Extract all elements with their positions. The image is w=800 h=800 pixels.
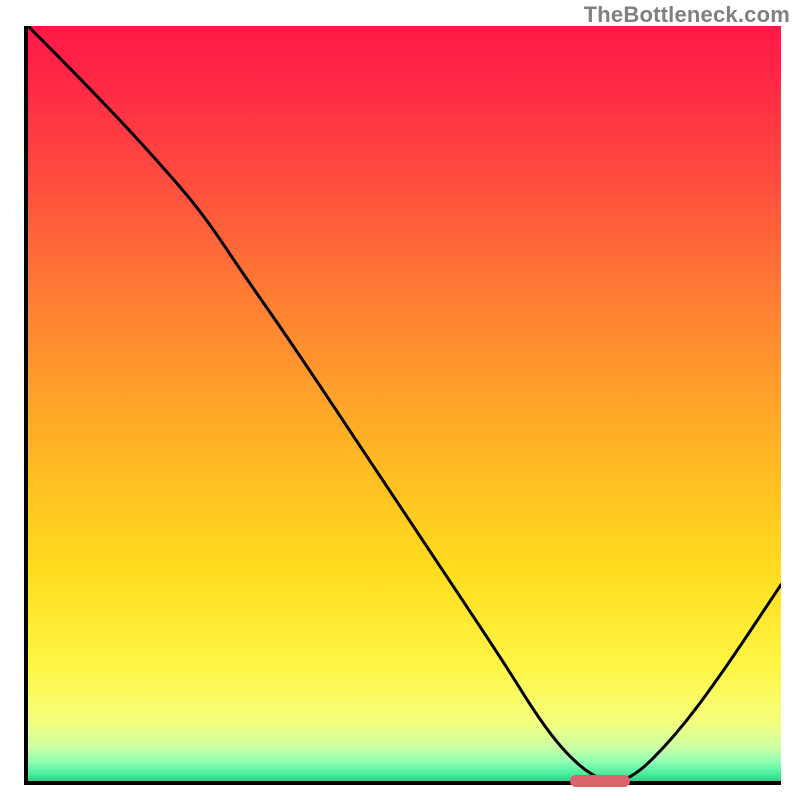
chart-container: TheBottleneck.com [0, 0, 800, 800]
plot-area [28, 26, 781, 781]
plot-axes [24, 26, 781, 785]
optimal-marker [570, 775, 630, 787]
attribution-text: TheBottleneck.com [584, 2, 790, 28]
curve-layer [28, 26, 781, 781]
bottleneck-curve [28, 26, 781, 781]
